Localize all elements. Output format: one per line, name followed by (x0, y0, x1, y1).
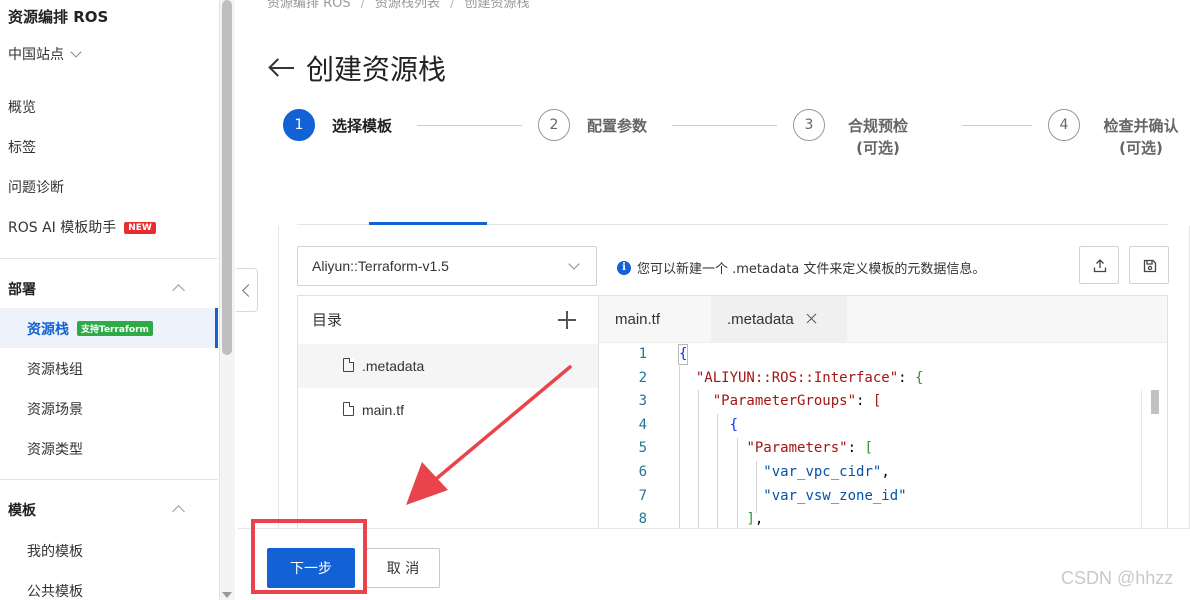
new-badge: NEW (124, 222, 156, 234)
step-1-label: 选择模板 (332, 117, 393, 135)
code-text: { (729, 416, 739, 433)
sidebar-item-resource-types[interactable]: 资源类型 (27, 439, 83, 459)
breadcrumb: 资源编排 ROS / 资源栈列表 / 创建资源栈 (267, 0, 529, 11)
save-button[interactable] (1129, 246, 1169, 284)
region-label: 中国站点 (8, 47, 64, 63)
editor-tab-label: .metadata (727, 311, 794, 328)
sidebar-item-diagnosis[interactable]: 问题诊断 (8, 177, 64, 197)
line-number: 5 (638, 440, 647, 457)
chevron-down-icon (70, 46, 82, 58)
info-icon: i (617, 260, 631, 275)
chevron-left-icon (242, 284, 255, 297)
active-tab-indicator (369, 222, 487, 225)
section-templates[interactable]: 模板 (8, 500, 36, 520)
back-arrow-icon[interactable] (268, 58, 296, 78)
step-4-label: 检查并确认 (可选) (1097, 115, 1185, 159)
step-connector (962, 125, 1032, 126)
step-3-title: 合规预检 (847, 117, 908, 135)
sidebar-item-label: ROS AI 模板助手 (8, 220, 117, 236)
code-text: "Parameters": [ (746, 440, 873, 457)
annotation-highlight-box (251, 519, 367, 594)
step-2-circle: 2 (538, 109, 570, 141)
step-connector (672, 125, 777, 126)
step-connector (417, 125, 522, 126)
sidebar-item-ai-assistant[interactable]: ROS AI 模板助手 NEW (8, 217, 156, 237)
sidebar-scrollbar-thumb[interactable] (222, 0, 232, 355)
minimap-divider (1141, 390, 1142, 533)
editor-tab-main-tf[interactable]: main.tf (599, 296, 711, 343)
template-type-select[interactable]: Aliyun::Terraform-v1.5 (297, 246, 597, 286)
file-tree-header: 目录 (298, 296, 598, 344)
file-icon (343, 358, 354, 372)
scroll-down-icon[interactable] (222, 592, 232, 598)
line-number: 7 (638, 487, 647, 504)
sidebar-item-stack-groups[interactable]: 资源栈组 (27, 359, 83, 379)
step-4-title: 检查并确认 (1103, 117, 1179, 135)
sidebar: 资源编排 ROS 中国站点 概览 标签 问题诊断 ROS AI 模板助手 NEW … (0, 0, 218, 600)
file-icon (343, 402, 354, 416)
breadcrumb-item[interactable]: 资源编排 ROS (267, 0, 351, 11)
step-2-label: 配置参数 (587, 117, 648, 135)
line-number: 3 (638, 393, 647, 410)
file-name: main.tf (362, 402, 405, 418)
step-3-circle: 3 (793, 109, 825, 141)
upload-button[interactable] (1079, 246, 1119, 284)
line-number: 4 (638, 416, 647, 433)
sidebar-item-tags[interactable]: 标签 (8, 137, 36, 157)
editor-scrollbar-thumb[interactable] (1151, 390, 1159, 414)
page-title: 创建资源栈 (306, 53, 447, 86)
code-text: "ALIYUN::ROS::Interface": { (695, 369, 924, 386)
editor-tab-label: main.tf (615, 311, 661, 328)
code-text: "var_vsw_zone_id" (763, 487, 907, 504)
template-type-value: Aliyun::Terraform-v1.5 (312, 258, 449, 274)
info-text: 您可以新建一个 .metadata 文件来定义模板的元数据信息。 (637, 262, 986, 277)
code-text: "ParameterGroups": [ (712, 393, 882, 410)
code-editor: main.tf .metadata 1{ 2 "ALIYUN::ROS::Int… (599, 295, 1168, 535)
annotation-arrow-icon (406, 365, 572, 505)
watermark: CSDN @hhzz (1061, 568, 1174, 588)
step-4-circle: 4 (1048, 109, 1080, 141)
code-text: "var_vpc_cidr", (763, 464, 890, 480)
terraform-badge: 支持Terraform (77, 321, 153, 336)
sidebar-item-scenarios[interactable]: 资源场景 (27, 399, 83, 419)
step-4-optional: (可选) (1119, 139, 1163, 157)
sidebar-item-stacks[interactable]: 资源栈 支持Terraform (27, 319, 153, 339)
step-3-optional: (可选) (856, 139, 900, 157)
sidebar-item-my-templates[interactable]: 我的模板 (27, 541, 83, 561)
chevron-up-icon[interactable] (172, 284, 185, 297)
close-icon[interactable] (806, 313, 817, 324)
code-area[interactable]: 1{ 2 "ALIYUN::ROS::Interface": { 3 "Para… (599, 343, 1167, 533)
file-tree-title: 目录 (312, 311, 343, 329)
sidebar-item-public-templates[interactable]: 公共模板 (27, 581, 83, 600)
divider (0, 258, 218, 259)
line-number: 1 (638, 346, 647, 362)
line-number: 6 (638, 464, 647, 480)
editor-tab-bar: main.tf .metadata (599, 296, 1167, 343)
chevron-down-icon (568, 258, 580, 270)
sidebar-item-label: 资源栈 (27, 322, 69, 338)
chevron-up-icon[interactable] (172, 505, 185, 518)
save-icon (1143, 259, 1157, 273)
page-title-row: 创建资源栈 (268, 48, 446, 88)
collapse-sidebar-button[interactable] (236, 268, 258, 312)
section-deploy[interactable]: 部署 (8, 279, 36, 299)
upload-icon (1093, 259, 1107, 273)
region-selector[interactable]: 中国站点 (8, 44, 82, 64)
line-number: 2 (638, 369, 647, 386)
editor-tab-metadata[interactable]: .metadata (711, 296, 847, 343)
info-message: i 您可以新建一个 .metadata 文件来定义模板的元数据信息。 (617, 258, 985, 277)
sidebar-item-overview[interactable]: 概览 (8, 97, 36, 117)
step-3-label: 合规预检 (可选) (842, 115, 914, 159)
breadcrumb-item: 创建资源栈 (464, 0, 530, 11)
step-1-circle: 1 (283, 109, 315, 141)
sidebar-title: 资源编排 ROS (8, 8, 109, 26)
breadcrumb-item[interactable]: 资源栈列表 (375, 0, 440, 11)
cancel-button[interactable]: 取 消 (366, 548, 440, 588)
code-text: { (679, 346, 688, 362)
divider (0, 479, 218, 480)
add-file-icon[interactable] (558, 311, 576, 329)
